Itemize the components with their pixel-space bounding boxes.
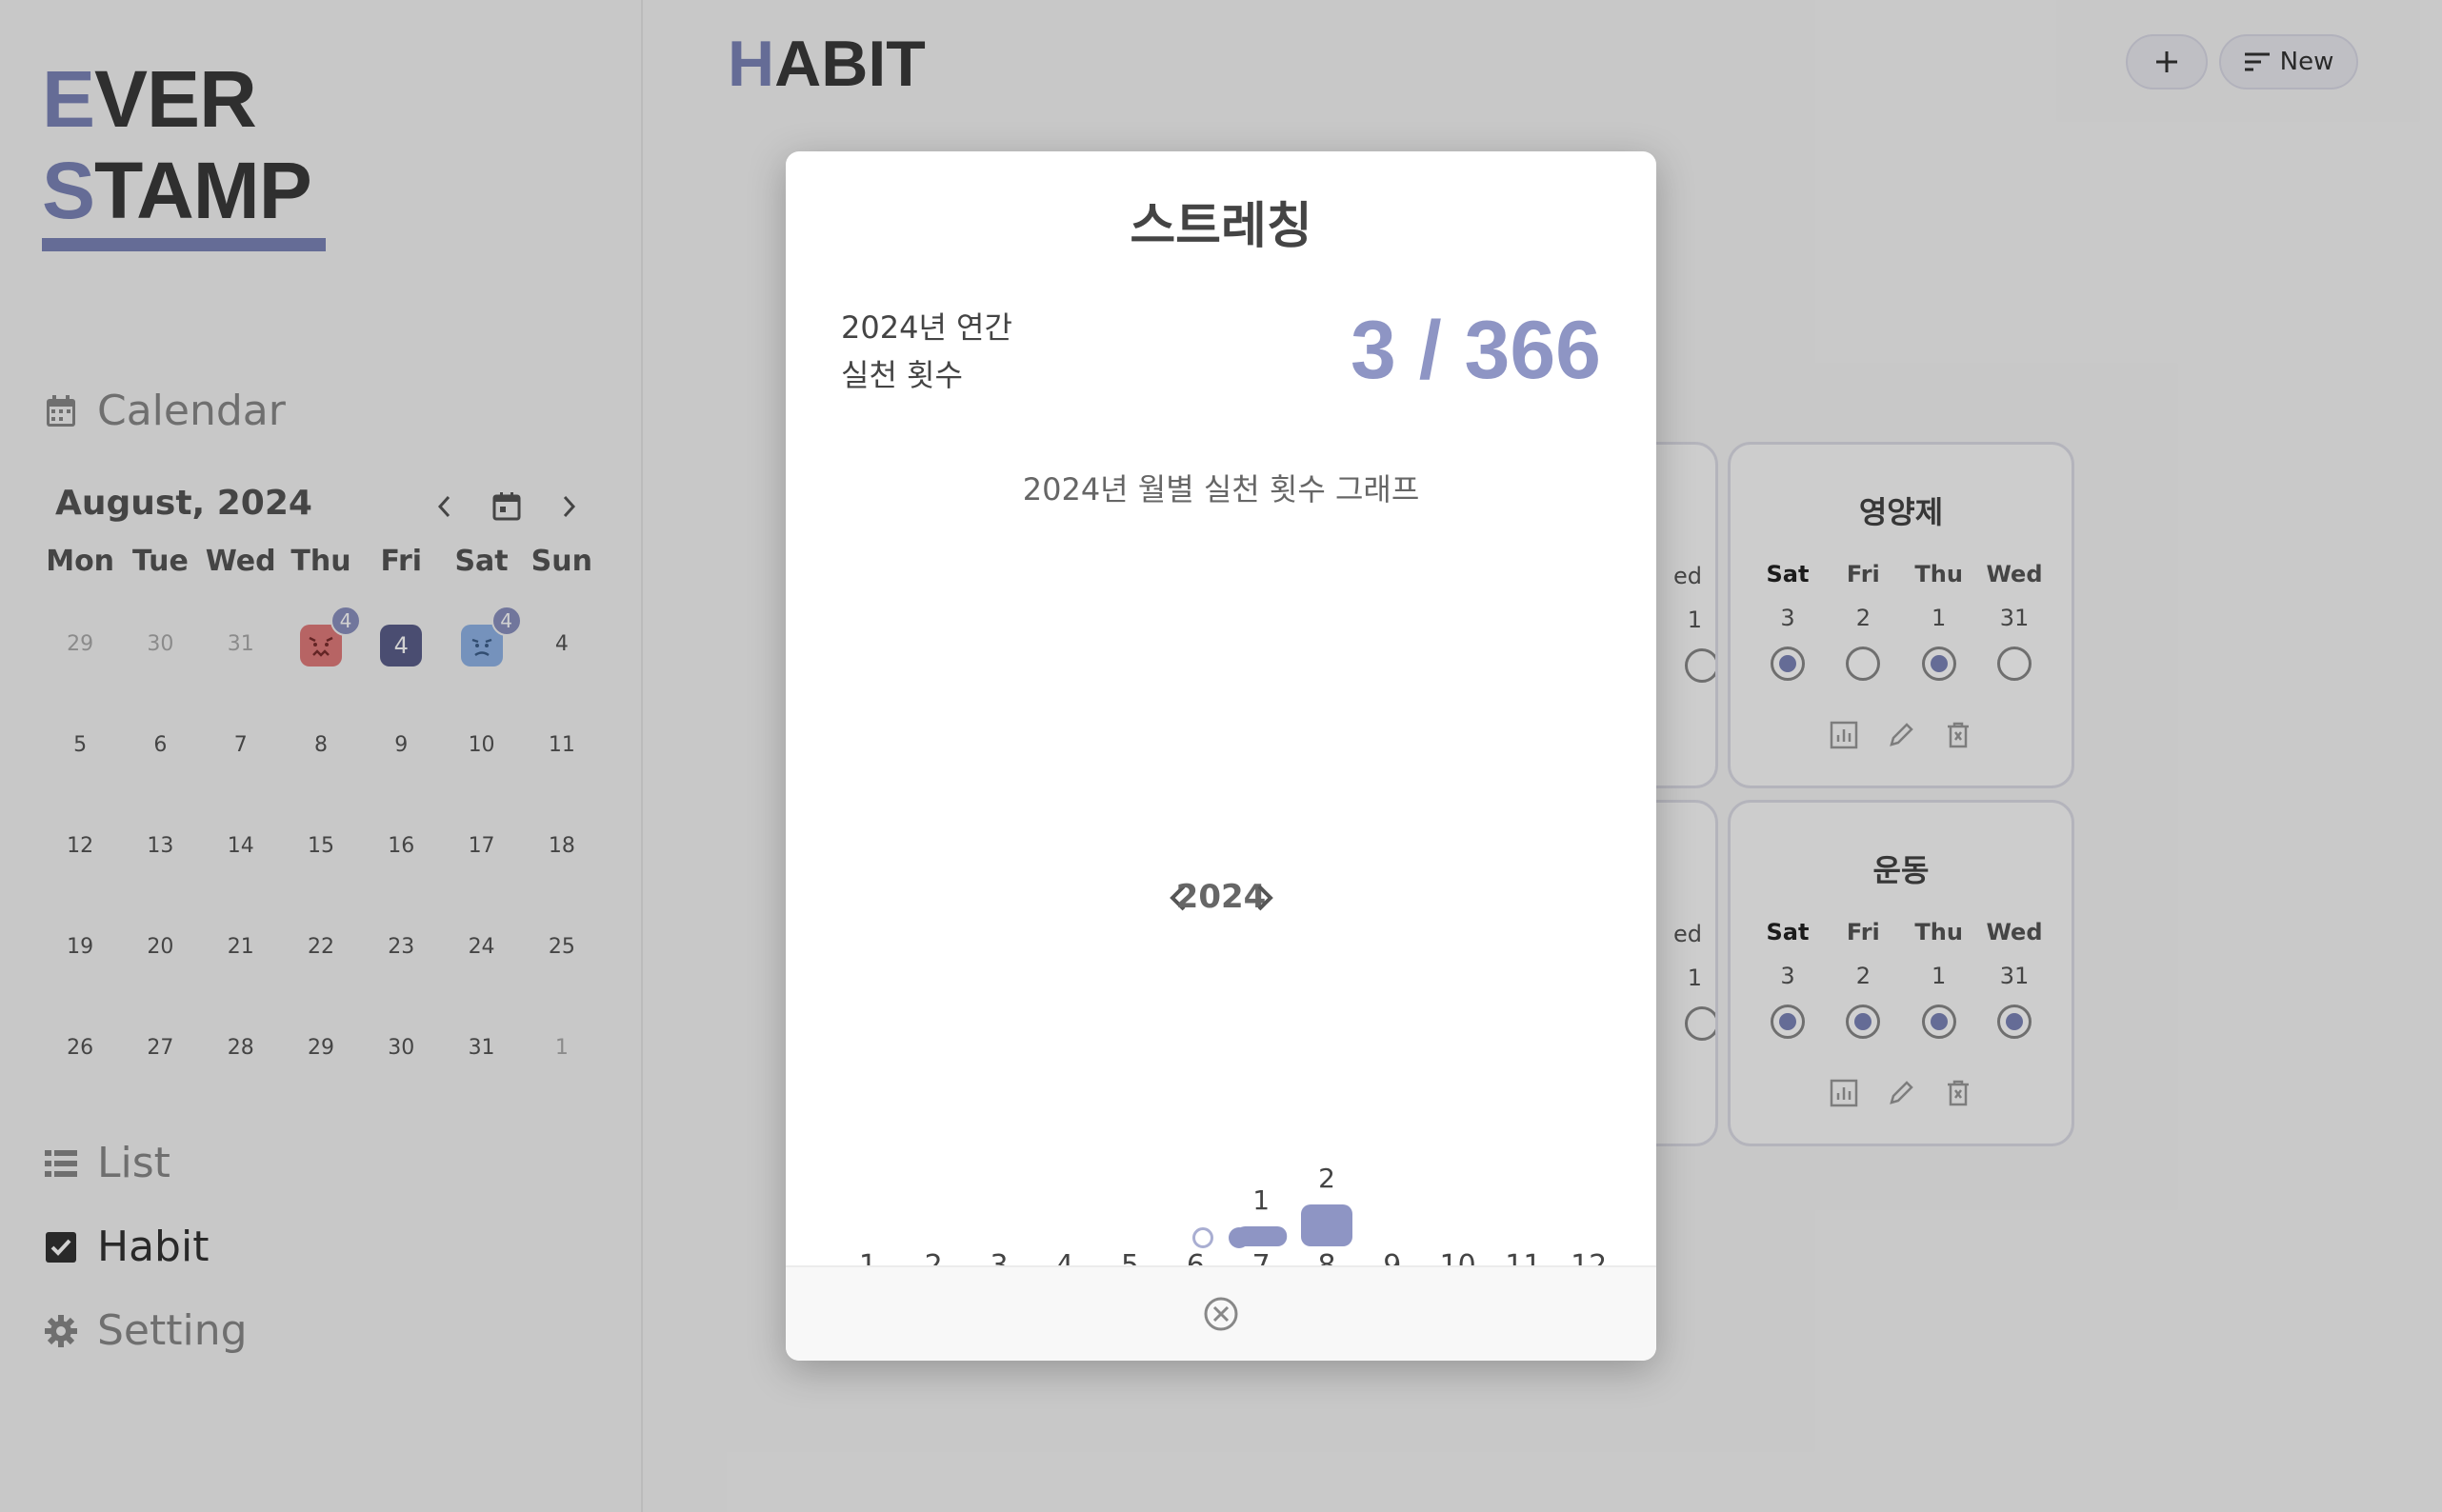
page-dot-2[interactable]: [1229, 1227, 1250, 1248]
bar-data-label: 2: [1318, 1163, 1335, 1194]
close-icon[interactable]: [1202, 1295, 1240, 1333]
year-label: 2024: [1176, 878, 1267, 916]
modal-title: 스트레칭: [1130, 198, 1312, 255]
page-dot-1[interactable]: [1192, 1227, 1213, 1248]
habit-stats-modal: 스트레칭 2024년 연간 실천 횟수 3 / 366 2024년 월별 실천 …: [786, 151, 1656, 1361]
year-nav: 2024: [1170, 878, 1273, 916]
annual-count-label-line2: 실천 횟수: [841, 357, 963, 393]
annual-count-value: 3 / 366: [1351, 305, 1601, 396]
pagination-dots: [786, 1227, 1656, 1248]
monthly-bar-chart: 12 123456789101112 2024: [859, 878, 1607, 1283]
annual-count-label-line1: 2024년 연간: [841, 309, 1012, 346]
chart-title: 2024년 월별 실천 횟수 그래프: [1022, 471, 1420, 507]
modal-footer: [786, 1265, 1656, 1361]
bar-data-label: 1: [1252, 1184, 1270, 1216]
annual-count-label: 2024년 연간 실천 횟수: [841, 304, 1012, 399]
